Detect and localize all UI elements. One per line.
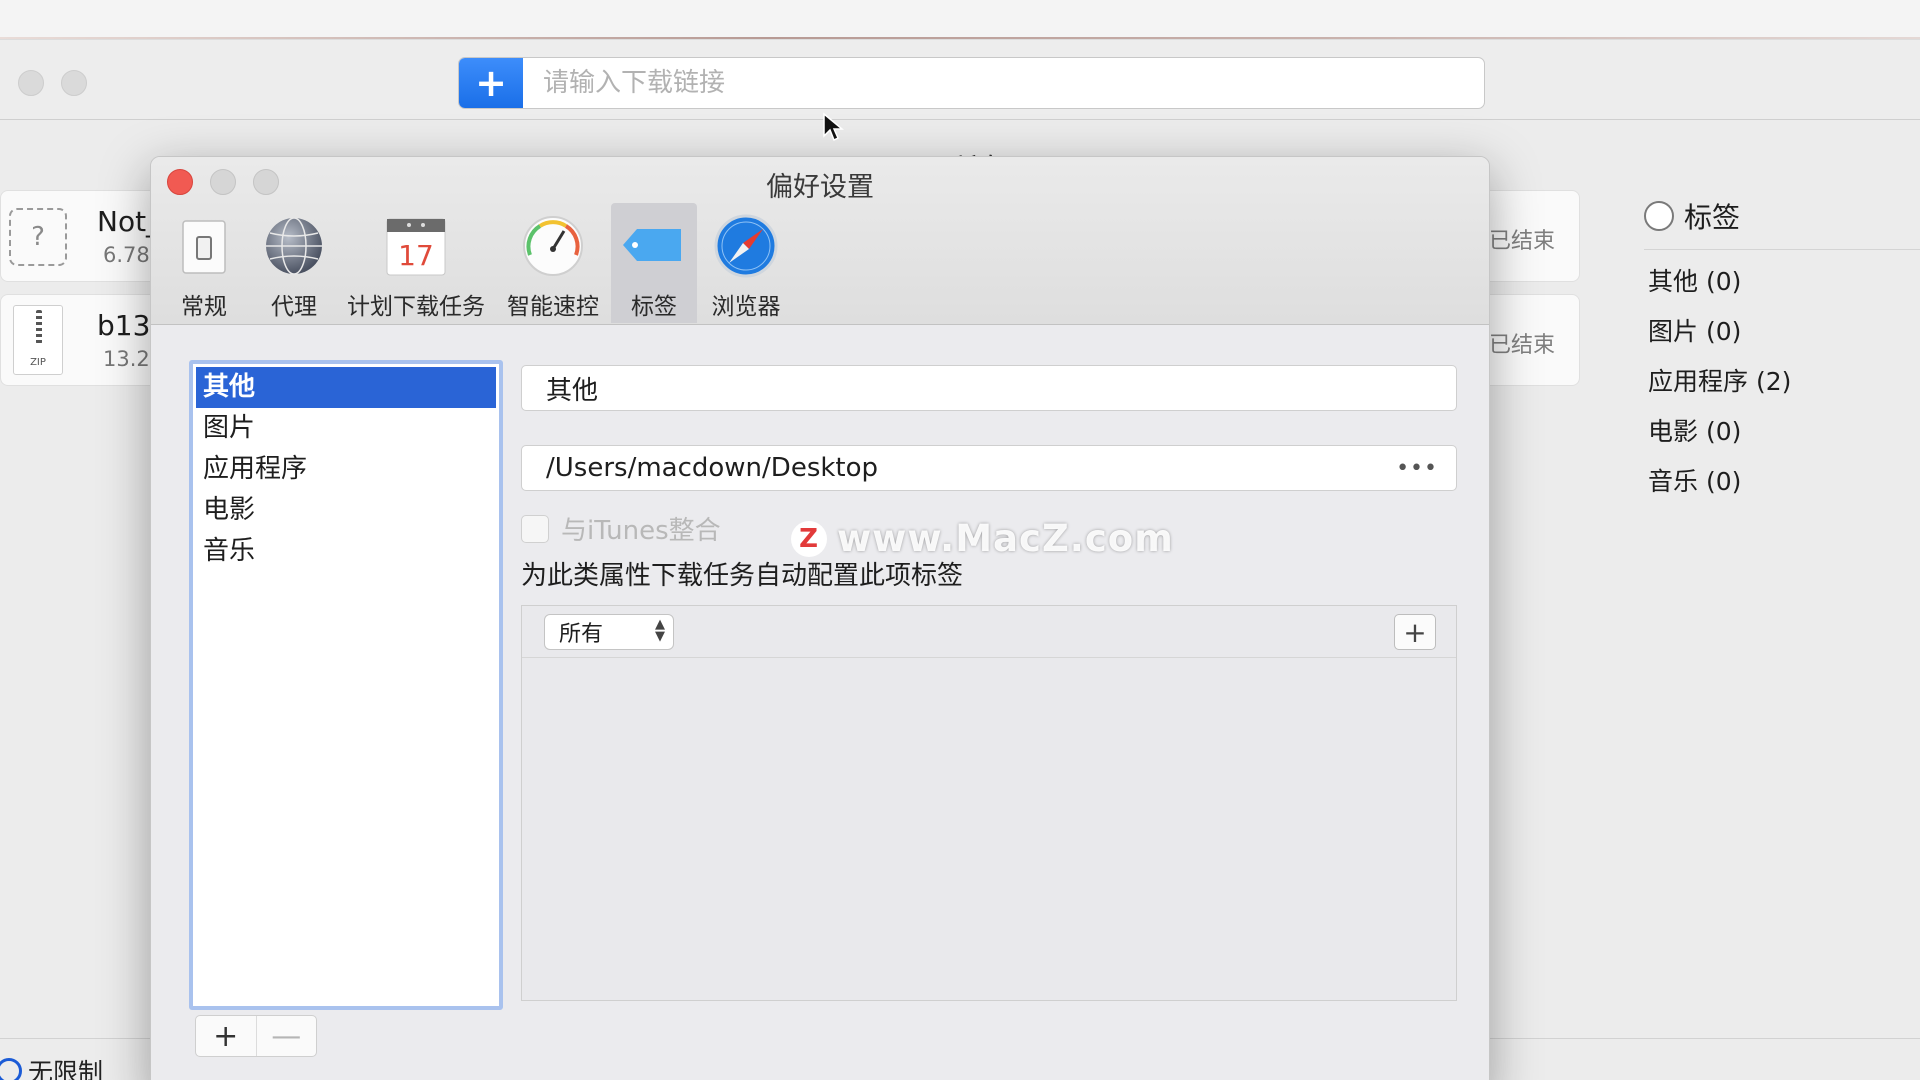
preferences-dialog: 偏好设置 常规 代理 17 计划下载任务 智能速控 标签 浏览器 其他 图片 应…: [150, 156, 1490, 1080]
tag-sidebar: 标签 其他 (0) 图片 (0) 应用程序 (2) 电影 (0) 音乐 (0): [1600, 180, 1920, 1080]
tag-list-item-music[interactable]: 音乐: [193, 531, 499, 572]
rule-match-value: 所有: [559, 622, 604, 647]
rule-match-select[interactable]: 所有 ▲ ▼: [544, 614, 674, 650]
sidebar-header-label: 标签: [1684, 201, 1741, 234]
download-size: 6.78: [103, 243, 150, 267]
toolbar-general[interactable]: 常规: [167, 203, 241, 323]
toolbar-schedule-label: 计划下载任务: [347, 294, 485, 320]
download-status: 已结束: [1489, 333, 1556, 358]
download-status: 已结束: [1489, 229, 1556, 254]
toolbar-proxy-label: 代理: [271, 294, 317, 320]
globe-icon: [266, 217, 322, 275]
itunes-integration-option[interactable]: 与iTunes整合: [521, 510, 721, 547]
screen-top-strip: [0, 0, 1920, 40]
zip-file-icon: ZIP: [13, 305, 63, 375]
toolbar-tags-label: 标签: [631, 294, 677, 320]
sidebar-item-other[interactable]: 其他 (0): [1648, 262, 1741, 298]
toolbar-tags[interactable]: 标签: [611, 203, 697, 323]
general-switch-icon: [182, 220, 226, 274]
download-size: 13.2: [103, 347, 150, 371]
speed-icon: [0, 1058, 22, 1080]
compass-icon: [714, 214, 778, 278]
tag-icon: [623, 229, 681, 261]
watermark-text: www.MacZ.com: [837, 517, 1174, 560]
toolbar-general-label: 常规: [181, 294, 227, 320]
tag-list-item-movies[interactable]: 电影: [193, 490, 499, 531]
toolbar-speed-control[interactable]: 智能速控: [501, 203, 605, 323]
speedometer-icon: [523, 216, 583, 276]
sidebar-item-music[interactable]: 音乐 (0): [1648, 462, 1741, 498]
sidebar-item-apps[interactable]: 应用程序 (2): [1648, 362, 1791, 398]
dialog-title: 偏好设置: [766, 172, 874, 203]
browse-path-button[interactable]: •••: [1396, 456, 1438, 481]
tag-list: 其他 图片 应用程序 电影 音乐: [189, 360, 503, 1010]
tag-rules-box: 所有 ▲ ▼ +: [521, 605, 1457, 1001]
z-logo-icon: Z: [791, 520, 827, 557]
unknown-file-icon: ?: [9, 208, 67, 266]
calendar-icon: 17: [386, 218, 446, 276]
speed-limit-indicator[interactable]: 无限制: [0, 1053, 103, 1080]
download-path-field[interactable]: /Users/macdown/Desktop •••: [521, 445, 1457, 491]
toolbar-proxy[interactable]: 代理: [251, 203, 337, 323]
tag-rules-header: 所有 ▲ ▼ +: [522, 606, 1456, 658]
preferences-toolbar: 偏好设置 常规 代理 17 计划下载任务 智能速控 标签 浏览器: [151, 157, 1489, 325]
mouse-cursor-icon: [823, 112, 844, 142]
sidebar-item-images[interactable]: 图片 (0): [1648, 312, 1741, 348]
itunes-checkbox[interactable]: [521, 514, 549, 543]
sidebar-divider: [1644, 249, 1920, 250]
tag-list-buttons: + —: [195, 1015, 317, 1057]
tag-list-item-images[interactable]: 图片: [193, 408, 499, 449]
download-url-input[interactable]: [523, 58, 1484, 108]
app-minimize-button[interactable]: [61, 70, 87, 96]
tag-name-field[interactable]: 其他: [521, 365, 1457, 411]
svg-text:17: 17: [398, 239, 434, 272]
tag-list-item-other[interactable]: 其他: [196, 367, 496, 408]
toolbar-browser[interactable]: 浏览器: [703, 203, 789, 323]
add-rule-button[interactable]: +: [1394, 614, 1436, 650]
download-path-value: /Users/macdown/Desktop: [546, 453, 879, 483]
auto-config-label: 为此类属性下载任务自动配置此项标签: [521, 561, 964, 591]
tag-list-item-apps[interactable]: 应用程序: [193, 449, 499, 490]
radio-icon[interactable]: [1644, 201, 1674, 231]
sidebar-header[interactable]: 标签: [1644, 196, 1740, 236]
itunes-label: 与iTunes整合: [561, 516, 721, 546]
app-close-button[interactable]: [18, 70, 44, 96]
add-download-button[interactable]: +: [459, 58, 523, 108]
add-tag-button[interactable]: +: [196, 1016, 256, 1056]
remove-tag-button[interactable]: —: [255, 1016, 317, 1056]
sidebar-item-movies[interactable]: 电影 (0): [1648, 412, 1741, 448]
chevron-updown-icon: ▲ ▼: [655, 617, 665, 644]
download-url-bar: +: [458, 57, 1485, 109]
toolbar-browser-label: 浏览器: [711, 294, 781, 320]
toolbar-schedule[interactable]: 17 计划下载任务: [339, 203, 493, 323]
watermark: Z www.MacZ.com: [791, 517, 1174, 560]
speed-limit-label: 无限制: [28, 1058, 104, 1080]
toolbar-speed-control-label: 智能速控: [507, 294, 599, 320]
